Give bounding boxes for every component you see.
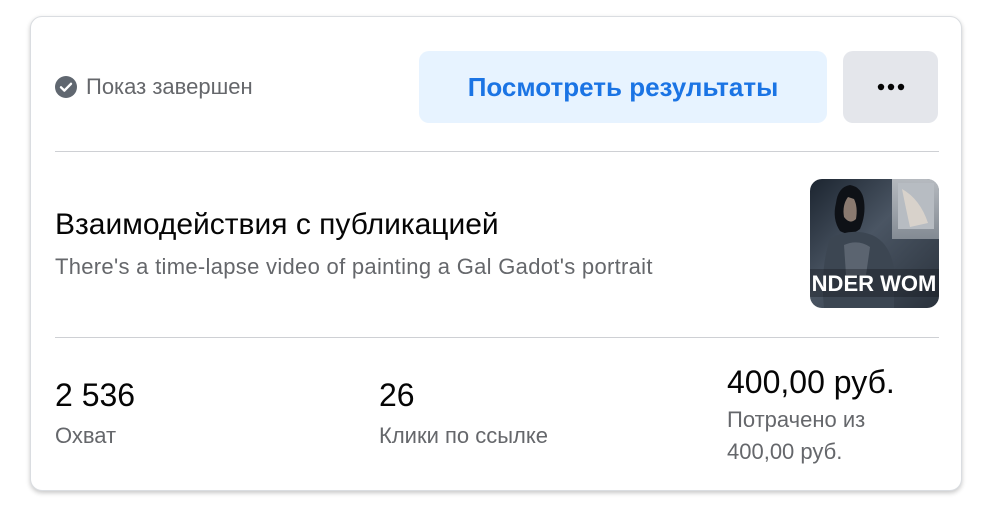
delivery-status: Показ завершен [55,74,253,100]
link-clicks-label: Клики по ссылке [379,423,548,448]
more-horizontal-icon [877,83,904,91]
amount-spent-label: Потрачено из 400,00 руб. [727,404,865,468]
amount-spent-label-line2: 400,00 руб. [727,439,843,464]
post-description: There's a time-lapse video of painting a… [55,254,653,279]
more-options-button[interactable] [843,51,938,123]
amount-spent-label-line1: Потрачено из [727,407,866,432]
reach-value: 2 536 [55,377,136,413]
ad-summary-card: Показ завершен Посмотреть результаты Вза… [30,16,962,491]
amount-spent-value: 400,00 руб. [727,364,895,400]
post-thumbnail-image: NDER WOM [810,179,939,308]
post-title: Взаимодействия с публикацией [55,208,499,241]
reach-label: Охват [55,423,117,448]
thumbnail-text: NDER WOM [812,271,937,296]
status-text: Показ завершен [86,74,253,99]
post-thumbnail[interactable]: NDER WOM [810,179,939,308]
link-clicks-value: 26 [379,377,415,413]
check-circle-icon [55,76,77,98]
divider [55,337,939,338]
view-results-button[interactable]: Посмотреть результаты [419,51,827,123]
divider [55,151,939,152]
